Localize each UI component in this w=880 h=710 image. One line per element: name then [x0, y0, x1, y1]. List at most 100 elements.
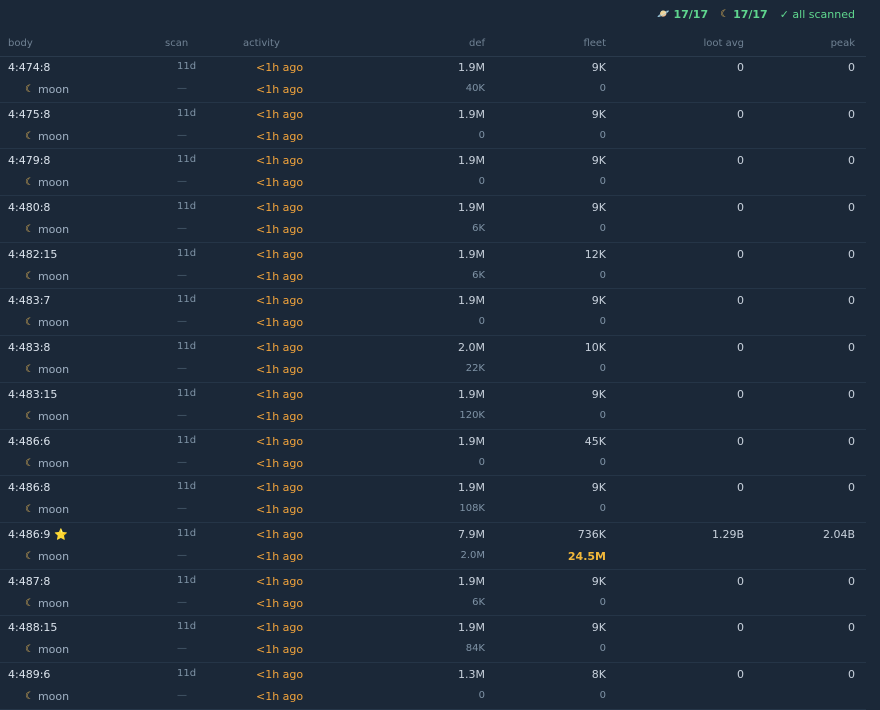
fleet-value: 45K [584, 434, 606, 448]
moon-icon: ☾ [25, 690, 34, 702]
moon-label: moon [37, 409, 70, 423]
table-row[interactable]: 4:475:8 ☾ moon 11d — <1h ago <1h ago 1.9M 0 9K 0 0 0 [0, 103, 866, 150]
table-row[interactable]: 4:483:8 ☾ moon 11d — <1h ago <1h ago 2.0M 22K 10K… [0, 336, 866, 383]
moon-scan-age: — [177, 643, 187, 655]
body-coords-text: 4:475:8 [8, 107, 51, 121]
loot-avg-value: 1.29B [711, 527, 744, 541]
body-coords[interactable]: 4:487:8 [8, 575, 50, 588]
body-coords[interactable]: 4:475:8 [8, 108, 50, 121]
defense-value: 1.9M [458, 574, 485, 588]
moon-defense-value: 84K [465, 643, 485, 655]
defense-value: 1.9M [458, 201, 485, 215]
table-row[interactable]: 4:486:8 ☾ moon 11d — <1h ago <1h ago 1.9M 108K 9K… [0, 476, 866, 523]
defense-value: 1.9M [458, 387, 485, 401]
moon-label: moon [37, 176, 70, 190]
moon-activity: <1h ago [256, 363, 304, 377]
moon-label: moon [37, 223, 70, 237]
peak-value: 0 [848, 481, 855, 495]
body-coords[interactable]: 4:483:8 [8, 341, 50, 354]
column-header-fleet[interactable]: fleet [583, 38, 606, 49]
body-coords-text: 4:486:6 [8, 434, 51, 448]
peak-value: 0 [848, 667, 855, 681]
body-coords[interactable]: 4:479:8 [8, 154, 50, 167]
column-header-peak[interactable]: peak [831, 38, 855, 49]
loot-avg-value: 0 [737, 341, 744, 355]
body-coords[interactable]: 4:486:6 [8, 435, 50, 448]
moon-activity: <1h ago [256, 409, 304, 423]
table-row[interactable]: 4:483:15 ☾ moon 11d — <1h ago <1h ago 1.9M 120K 9… [0, 383, 866, 430]
activity: <1h ago [256, 387, 304, 401]
moon-fleet-value: 0 [599, 456, 606, 468]
moon-defense-value: 22K [465, 363, 485, 375]
body-coords[interactable]: 4:486:9 ⭐ [8, 528, 68, 541]
fleet-value: 8K [591, 667, 606, 681]
table-row[interactable]: 4:486:9 ⭐ ☾ moon 11d — <1h ago <1h ago 7.9M 2.0M 7… [0, 523, 866, 570]
moon-scan-age: — [177, 456, 187, 468]
table-row[interactable]: 4:486:6 ☾ moon 11d — <1h ago <1h ago 1.9M 0 45K 0 0… [0, 430, 866, 477]
loot-avg-value: 0 [737, 294, 744, 308]
moon-label: moon [37, 269, 70, 283]
peak-value: 0 [848, 574, 855, 588]
moon-activity: <1h ago [256, 316, 304, 330]
column-header-body[interactable]: body [8, 38, 33, 49]
body-coords[interactable]: 4:483:7 [8, 294, 50, 307]
moon-icon: ☾ [25, 504, 34, 516]
activity: <1h ago [256, 527, 304, 541]
moon-scan-age: — [177, 409, 187, 421]
table-row[interactable]: 4:487:8 ☾ moon 11d — <1h ago <1h ago 1.9M 6K 9K 0 0… [0, 570, 866, 617]
defense-value: 1.3M [458, 667, 485, 681]
activity: <1h ago [256, 154, 304, 168]
loot-avg-value: 0 [737, 247, 744, 261]
column-header-activity[interactable]: activity [243, 38, 280, 49]
column-header-scan[interactable]: scan [165, 38, 188, 49]
peak-value: 0 [848, 341, 855, 355]
body-coords[interactable]: 4:474:8 [8, 61, 50, 74]
activity: <1h ago [256, 667, 304, 681]
table-row[interactable]: 4:488:15 ☾ moon 11d — <1h ago <1h ago 1.9M 84K 9K… [0, 616, 866, 663]
table-row[interactable]: 4:480:8 ☾ moon 11d — <1h ago <1h ago 1.9M 6K 9K 0 0… [0, 196, 866, 243]
moon-scan-age: — [177, 503, 187, 515]
activity: <1h ago [256, 341, 304, 355]
peak-value: 0 [848, 247, 855, 261]
moon-icon: ☾ [25, 177, 34, 189]
scan-summary: 🪐 17/17 ☾ 17/17 ✓ all scanned [645, 8, 855, 21]
moon-label: moon [37, 689, 70, 703]
scan-age: 11d [177, 61, 197, 72]
activity: <1h ago [256, 434, 304, 448]
peak-value: 0 [848, 61, 855, 74]
table-row[interactable]: 4:483:7 ☾ moon 11d — <1h ago <1h ago 1.9M 0 9K 0 0 0 [0, 289, 866, 337]
body-coords[interactable]: 4:488:15 [8, 621, 57, 634]
table-row[interactable]: 4:479:8 ☾ moon 11d — <1h ago <1h ago 1.9M 0 9K 0 0 0 [0, 149, 866, 197]
scan-age: 11d [177, 527, 197, 539]
fleet-value: 736K [577, 527, 606, 541]
moon-fleet-value: 0 [599, 83, 606, 94]
scrollbar[interactable] [866, 0, 880, 695]
table-row[interactable]: 4:482:15 ☾ moon 11d — <1h ago <1h ago 1.9M 6K 12K… [0, 243, 866, 290]
defense-value: 1.9M [458, 61, 485, 74]
body-coords[interactable]: 4:480:8 [8, 201, 50, 214]
body-coords-text: 4:479:8 [8, 154, 51, 168]
column-header-loot-avg[interactable]: loot avg [703, 38, 744, 49]
moon-label: moon [37, 363, 70, 377]
moon-entry: ☾ moon [25, 597, 69, 610]
scan-age: 11d [177, 434, 197, 446]
table-row[interactable]: 4:474:8 ☾ moon 11d — <1h ago <1h ago 1.9M 40K 9K 0… [0, 56, 866, 103]
defense-value: 1.9M [458, 154, 485, 168]
fleet-value: 10K [584, 341, 606, 355]
fleet-value: 9K [591, 201, 606, 215]
moon-scan-age: — [177, 596, 187, 608]
moon-fleet-value: 0 [599, 316, 606, 328]
body-coords[interactable]: 4:489:6 [8, 668, 50, 681]
scan-age: 11d [177, 201, 197, 213]
table-row[interactable]: 4:489:6 ☾ moon 11d — <1h ago <1h ago 1.3M 0 8K 0 0 0 [0, 663, 866, 710]
fleet-value: 9K [591, 294, 606, 308]
body-coords[interactable]: 4:486:8 [8, 481, 50, 494]
defense-value: 1.9M [458, 247, 485, 261]
body-coords[interactable]: 4:482:15 [8, 248, 57, 261]
table-header: body scan activity def fleet loot avg pe… [0, 36, 866, 57]
activity: <1h ago [256, 247, 304, 261]
body-coords[interactable]: 4:483:15 [8, 388, 57, 401]
column-header-def[interactable]: def [469, 38, 485, 49]
moon-icon: ☾ [25, 457, 34, 469]
activity: <1h ago [256, 294, 304, 308]
